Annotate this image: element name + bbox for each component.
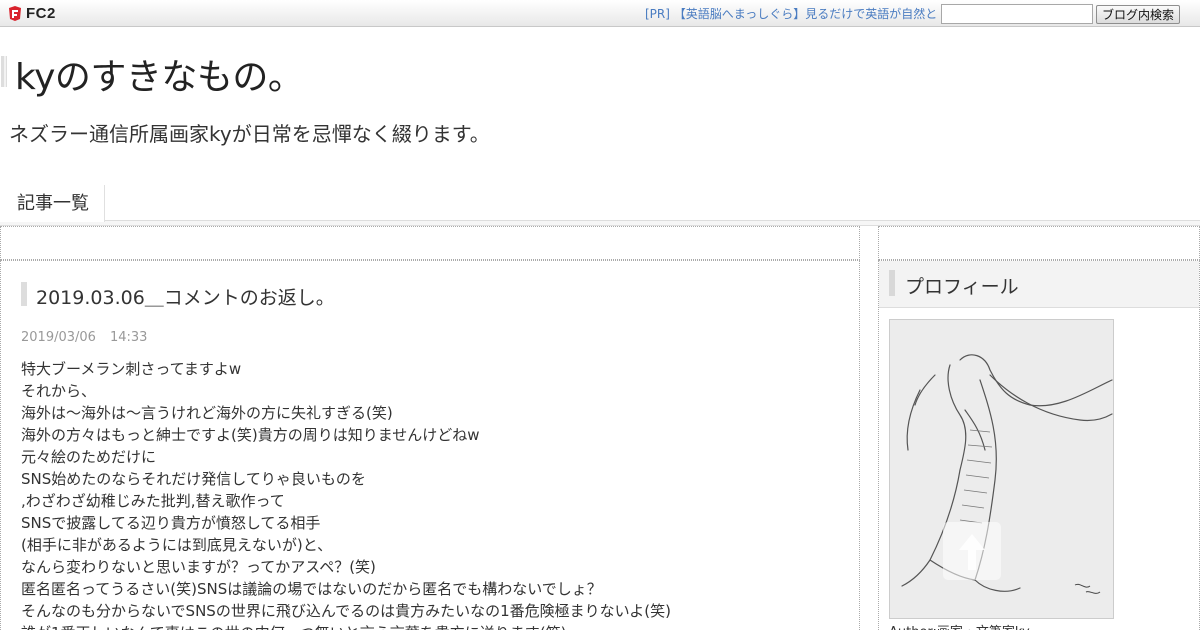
blog-search-input[interactable]: [941, 4, 1093, 24]
post-line: 誰が1番正しいなんて事はこの世の中何一つ無いと言う言葉を貴方に送ります(笑): [21, 622, 841, 630]
fc2-logo[interactable]: FC2: [7, 4, 56, 22]
post-datetime: 2019/03/06 14:33: [21, 330, 147, 345]
post-line: ,わざわざ幼稚じみた批判,替え歌作って: [21, 492, 285, 510]
post-line: SNS始めたのならそれだけ発信してりゃ良いものを: [21, 470, 366, 488]
profile-header-decoration: [889, 270, 895, 296]
scroll-to-top-button[interactable]: [943, 522, 1001, 580]
post-time: 14:33: [109, 330, 148, 345]
post-line: そんなのも分からないでSNSの世界に飛び込んでるのは貴方みたいなの1番危険極まり…: [21, 602, 672, 620]
profile-title: プロフィール: [905, 276, 1019, 298]
nav-item-article-list[interactable]: 記事一覧: [0, 185, 105, 222]
post-line: 海外は～海外は～言うけれど海外の方に失礼すぎる(笑): [21, 404, 393, 422]
post-body: 特大ブーメラン刺さってますよw それから、 海外は～海外は～言うけれど海外の方に…: [21, 358, 841, 630]
blog-search-button[interactable]: ブログ内検索: [1096, 5, 1180, 24]
post-line: なんら変わりないと思いますが？ってかアスペ？(笑): [21, 558, 376, 576]
post-date: 2019/03/06: [21, 330, 96, 345]
post-line: (相手に非があるようには到底見えないが)と、: [21, 536, 333, 554]
blog-title[interactable]: kyのすきなもの。: [15, 48, 304, 100]
post-title-decoration: [21, 282, 27, 306]
title-decoration: [1, 56, 7, 87]
post-line: SNSで披露してる辺り貴方が憤怒してる相手: [21, 514, 321, 532]
blog-description: ネズラー通信所属画家kyが日常を忌憚なく綴ります。: [9, 122, 490, 146]
fc2-toolbar: FC2 [PR] 【英語脳へまっしぐら】見るだけで英語が自然と ブログ内検索: [0, 0, 1200, 27]
post-title[interactable]: 2019.03.06＿コメントのお返し。: [36, 283, 335, 310]
post-line: それから、: [21, 382, 97, 400]
post-line: 海外の方々はもっと紳士ですよ(笑)貴方の周りは知りませんけどねw: [21, 426, 480, 444]
post-line: 特大ブーメラン刺さってますよw: [21, 360, 242, 378]
arrow-up-icon: [959, 534, 985, 570]
profile-image: [889, 319, 1114, 619]
fc2-logo-icon: [7, 5, 23, 22]
fc2-logo-text: FC2: [26, 4, 56, 22]
profile-author: Author:画家・文筆家ky: [889, 621, 1030, 630]
pr-ad-link[interactable]: [PR] 【英語脳へまっしぐら】見るだけで英語が自然と: [645, 5, 937, 22]
post-line: 元々絵のためだけに: [21, 448, 157, 466]
side-top-box: [878, 226, 1200, 260]
post-line: 匿名匿名ってうるさい(笑)SNSは議論の場ではないのだから匿名でも構わないでしょ…: [21, 580, 602, 598]
main-top-box: [0, 226, 860, 260]
